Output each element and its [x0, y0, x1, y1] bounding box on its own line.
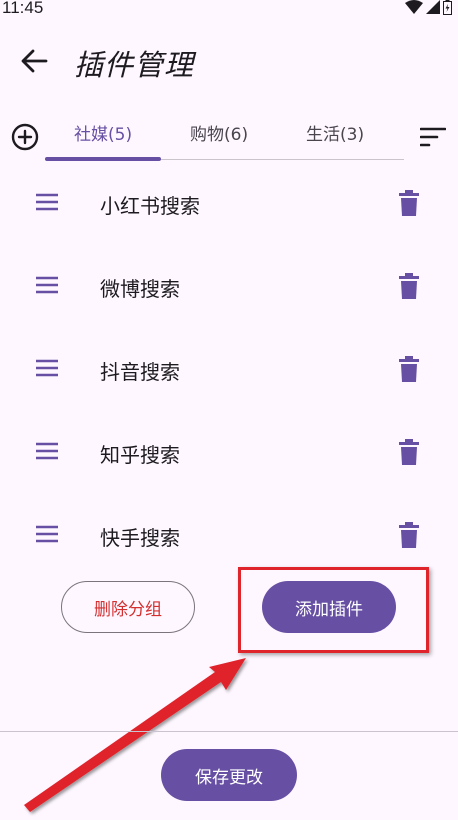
- drag-handle-icon[interactable]: [35, 441, 59, 461]
- trash-icon[interactable]: [398, 522, 420, 548]
- list-item: 小红书搜索: [0, 162, 458, 245]
- tab-shopping[interactable]: 购物(6): [190, 120, 248, 145]
- add-group-button[interactable]: [10, 122, 40, 152]
- drag-handle-icon[interactable]: [35, 524, 59, 544]
- category-tabs: 社媒(5) 购物(6) 生活(3): [45, 110, 404, 162]
- tab-active-indicator: [45, 157, 161, 161]
- signal-icon: [426, 0, 440, 14]
- status-time: 11:45: [2, 0, 44, 17]
- back-button[interactable]: [18, 46, 52, 76]
- drag-handle-icon[interactable]: [35, 192, 59, 212]
- save-changes-button[interactable]: 保存更改: [161, 749, 297, 801]
- sort-button[interactable]: [419, 126, 447, 148]
- page-title: 插件管理: [74, 48, 195, 82]
- app-bar: 插件管理: [0, 30, 458, 94]
- status-icons: [405, 0, 452, 16]
- back-arrow-icon: [21, 49, 48, 73]
- drag-handle-icon[interactable]: [35, 358, 59, 378]
- trash-icon[interactable]: [398, 273, 420, 299]
- list-item: 抖音搜索: [0, 328, 458, 411]
- highlight-annotation-box: [238, 567, 429, 653]
- plugin-label: 小红书搜索: [100, 194, 200, 218]
- list-item: 知乎搜索: [0, 411, 458, 494]
- trash-icon[interactable]: [398, 190, 420, 216]
- trash-icon[interactable]: [398, 356, 420, 382]
- wifi-icon: [405, 0, 423, 14]
- list-item: 快手搜索: [0, 494, 458, 577]
- sort-icon: [419, 127, 447, 147]
- trash-icon[interactable]: [398, 439, 420, 465]
- drag-handle-icon[interactable]: [35, 275, 59, 295]
- delete-group-button[interactable]: 删除分组: [61, 581, 195, 633]
- plugin-label: 知乎搜索: [100, 443, 180, 467]
- plugin-label: 快手搜索: [100, 526, 180, 550]
- add-circle-icon: [11, 123, 39, 151]
- list-item: 微博搜索: [0, 245, 458, 328]
- status-bar: 11:45: [0, 0, 458, 22]
- tab-social[interactable]: 社媒(5): [74, 120, 132, 145]
- battery-icon: [443, 0, 452, 15]
- plugin-label: 微博搜索: [100, 277, 180, 301]
- tab-life[interactable]: 生活(3): [306, 120, 364, 145]
- plugin-label: 抖音搜索: [100, 360, 180, 384]
- bottom-divider: [0, 731, 458, 732]
